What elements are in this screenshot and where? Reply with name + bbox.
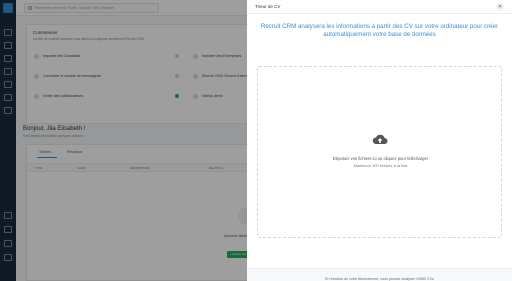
subscription-note: En fonction de votre Abonnement, vous po… bbox=[325, 277, 434, 281]
panel-title: Trieur de CV bbox=[255, 4, 281, 9]
dropzone-limit: Maximum 100 fichiers à la fois bbox=[353, 163, 408, 168]
panel-intro: Recruit CRM analysera les informations à… bbox=[260, 23, 499, 39]
close-icon[interactable]: ✕ bbox=[496, 3, 504, 11]
file-dropzone[interactable]: Déposez vos fichiers ici ou cliquez pour… bbox=[257, 66, 502, 238]
panel-footer: En fonction de votre Abonnement, vous po… bbox=[247, 268, 512, 281]
panel-header: Trieur de CV ✕ bbox=[247, 0, 512, 14]
cv-parser-panel: Trieur de CV ✕ Recruit CRM analysera les… bbox=[247, 0, 512, 281]
upload-cloud-icon bbox=[372, 134, 388, 144]
dropzone-instruction: Déposez vos fichiers ici ou cliquez pour… bbox=[332, 156, 429, 161]
